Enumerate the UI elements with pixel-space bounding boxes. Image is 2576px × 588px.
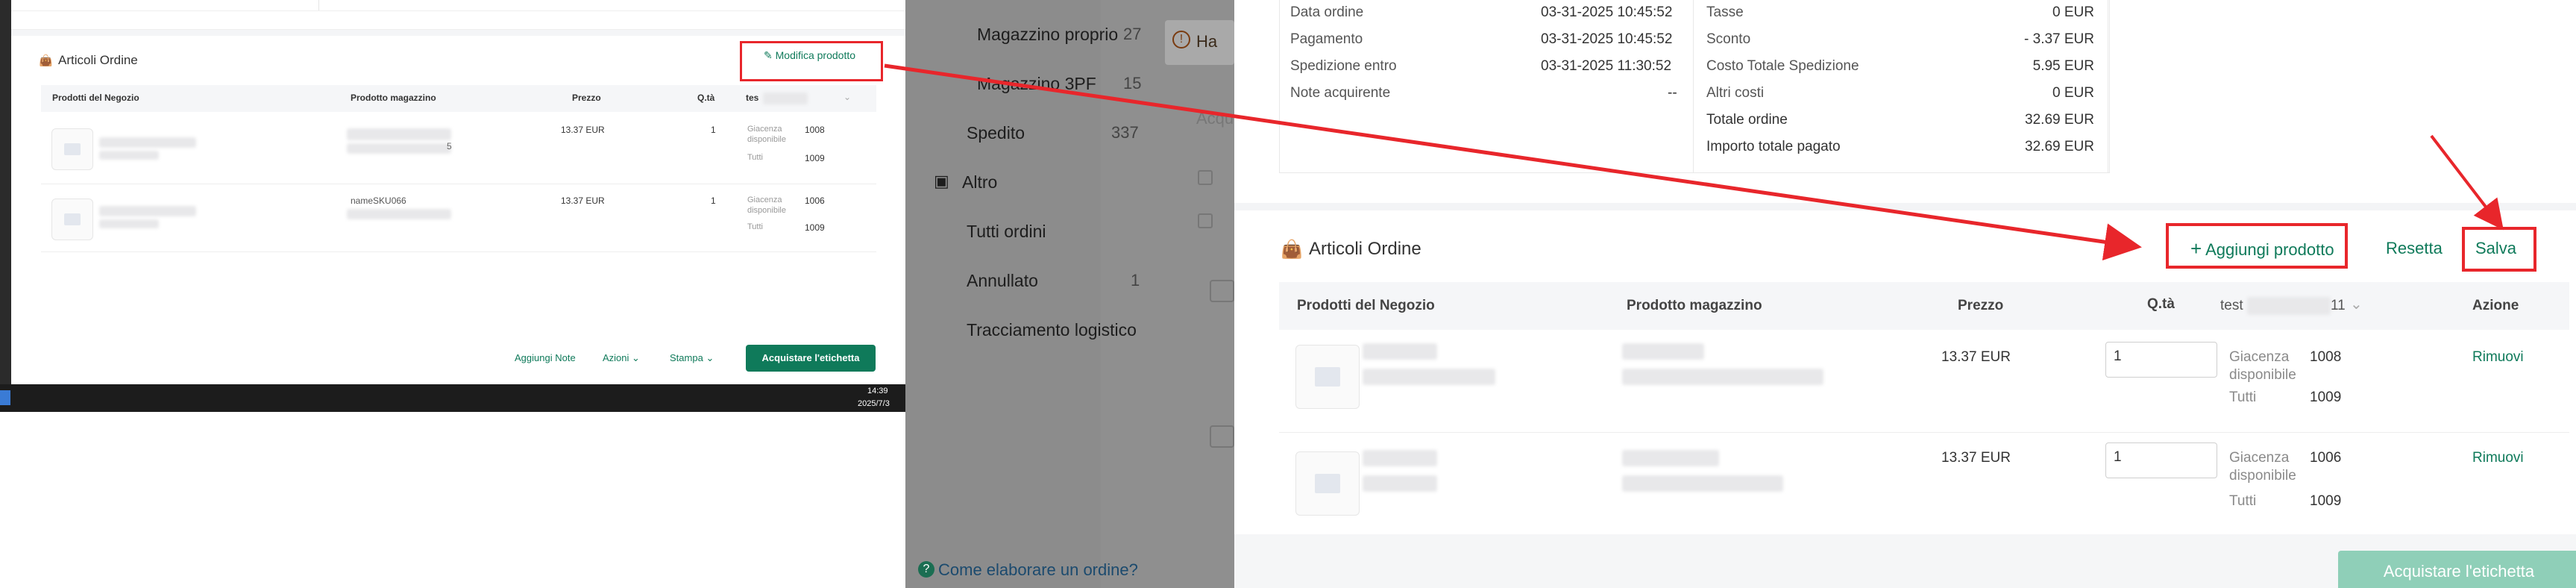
annotation-arrows bbox=[884, 63, 2504, 261]
arrow-to-add-product bbox=[884, 63, 2142, 261]
arrow-to-save bbox=[2430, 134, 2504, 231]
